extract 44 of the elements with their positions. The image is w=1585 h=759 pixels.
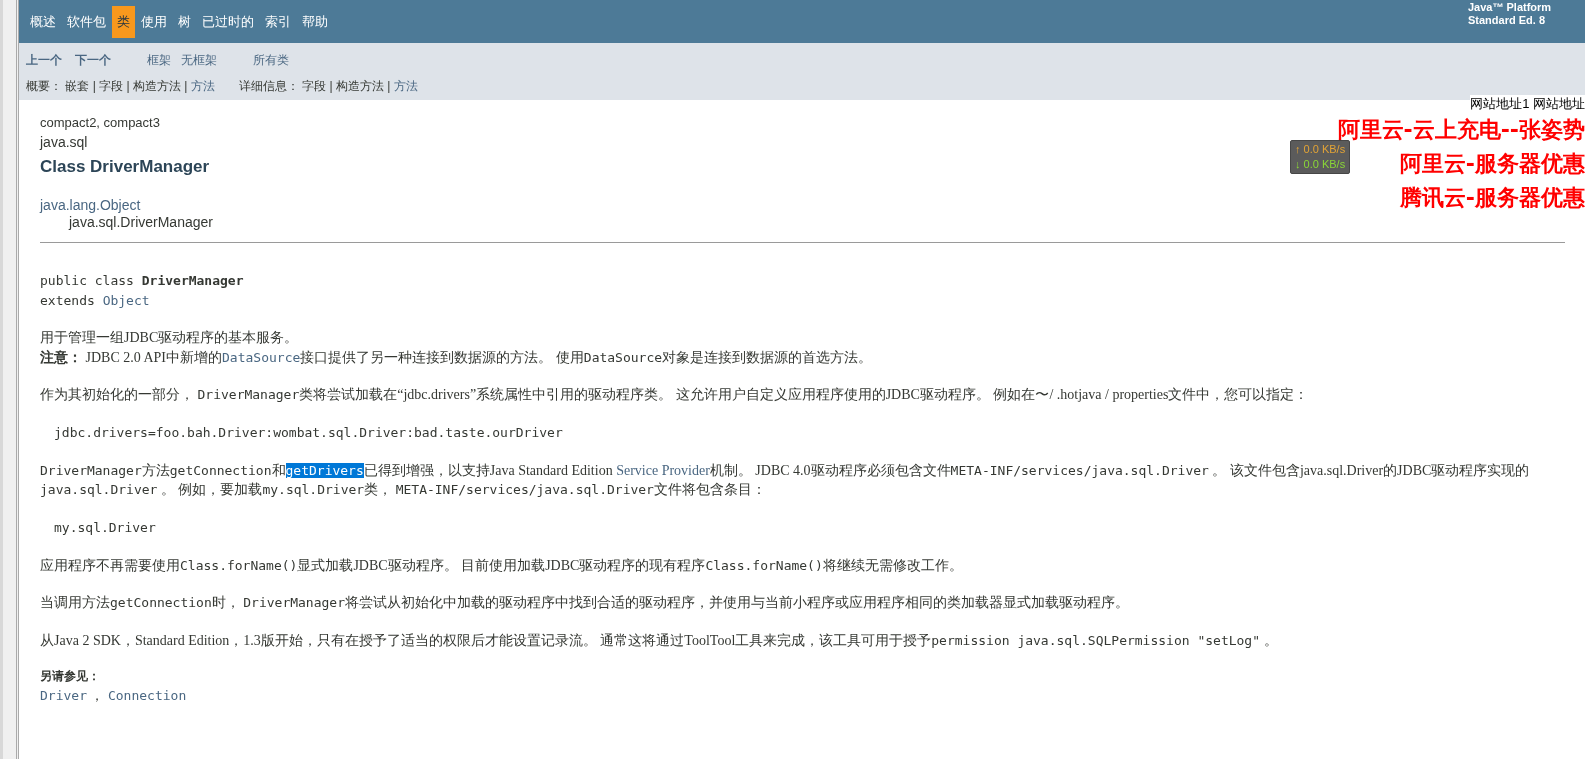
paragraph: 应用程序不再需要使用Class.forName()显式加载JDBC驱动程序。 目前使用加载JDBC驱动程序的现有程序Class.forName()将继续无需修改工作。 [40, 556, 964, 575]
code-text: my.sql.Driver [53, 518, 157, 537]
nav-tab[interactable]: 使用 [136, 5, 172, 38]
nav-tab[interactable]: 软件包 [62, 5, 111, 38]
site-links[interactable]: 网站地址1 网站地址 [1470, 95, 1585, 113]
nav-tab[interactable]: 树 [173, 5, 196, 38]
profile-text: compact2, compact3 [40, 114, 160, 132]
nav-tab[interactable]: 索引 [260, 5, 296, 38]
paragraph: 作为其初始化的一部分， DriverManager类将尝试加载在“jdbc.drivers”系统属性中引用的驱动程序类。 这允许用户自定义应用程序使用的JDBC驱动程序。 例如在〜/ .hotjava / properties文件中，您可以指定： [40, 386, 1310, 404]
paragraph: 当调用方法getConnection时， DriverManager将尝试从初始化中加载的驱动程序中找到合适的驱动程序，并使用与当前小程序或应用程序相同的类加载器显式加载驱动程序。 [40, 594, 1130, 612]
see-also-label: 另请参见： [40, 668, 101, 685]
link[interactable]: Connection [107, 688, 187, 703]
declaration-line: public class DriverManager [40, 272, 245, 290]
class-name: java.sql.DriverManager [67, 214, 214, 231]
nav-tab[interactable]: 概述 [25, 5, 61, 38]
link[interactable]: Driver [40, 688, 87, 703]
nav-tab[interactable]: 类 [112, 5, 135, 38]
ad-link[interactable]: 阿里云-服务器优惠 [1399, 147, 1585, 181]
package-name: java.sql [40, 133, 88, 152]
paragraph: 用于管理一组JDBC驱动程序的基本服务。 [40, 329, 300, 347]
link[interactable]: Object [102, 292, 150, 308]
paragraph: DriverManager方法getConnection和getDrivers已得到增强，以支持Java Standard Edition Service Provider机制。 JDBC 4.0驱动程序必须包含文件META-INF/services/java.sql.Driver 。 该文件包含java.sql.Driver的JDBC驱动程序实现的 java.sql.Driver 。 例如，要加载my.sql.Driver类， META-INF/services/java.sql.Driver文件将包含条目： [40, 461, 1531, 499]
brand-text: Java™ Platform [1468, 1, 1553, 14]
paragraph: 注意： JDBC 2.0 API中新增的DataSource接口提供了另一种连接到数据源的方法。 使用DataSource对象是连接到数据源的首选方法。 [40, 348, 874, 367]
separator-text: ， [89, 688, 106, 703]
nav-link[interactable]: 所有类 [253, 51, 289, 69]
declaration-line: extends Object [40, 291, 151, 310]
class-title: Class DriverManager [40, 157, 210, 177]
nav-link[interactable]: 无框架 [181, 51, 217, 69]
nav-link[interactable]: 下一个 [75, 51, 111, 69]
link[interactable]: java.lang.Object [40, 197, 141, 213]
speed-widget: ↑ 0.0 KB/s ↓ 0.0 KB/s [1290, 140, 1351, 174]
nav-link[interactable]: 上一个 [26, 51, 62, 69]
nav-link[interactable]: 框架 [147, 51, 171, 69]
detail-links: 详细信息： 字段 | 构造方法 | 方法 [238, 78, 418, 95]
paragraph: 从Java 2 SDK，Standard Edition，1.3版开始，只有在授予了适当的权限后才能设置记录流。 通常这将通过ToolTool工具来完成，该工具可用于授予permission java.sql.SQLPermission "setLog" 。 [40, 631, 1279, 650]
code-text: jdbc.drivers=foo.bah.Driver:wombat.sql.Driver:bad.taste.ourDriver [53, 423, 564, 442]
brand-text: Standard Ed. 8 [1468, 14, 1547, 27]
ad-link[interactable]: 腾讯云-服务器优惠 [1399, 181, 1585, 215]
nav-tab[interactable]: 帮助 [297, 5, 333, 38]
link[interactable]: Service Provider [616, 462, 710, 478]
link[interactable]: DataSource [222, 349, 301, 365]
nav-tab[interactable]: 已过时的 [197, 5, 259, 38]
summary-links: 概要： 嵌套 | 字段 | 构造方法 | 方法 [26, 78, 215, 95]
